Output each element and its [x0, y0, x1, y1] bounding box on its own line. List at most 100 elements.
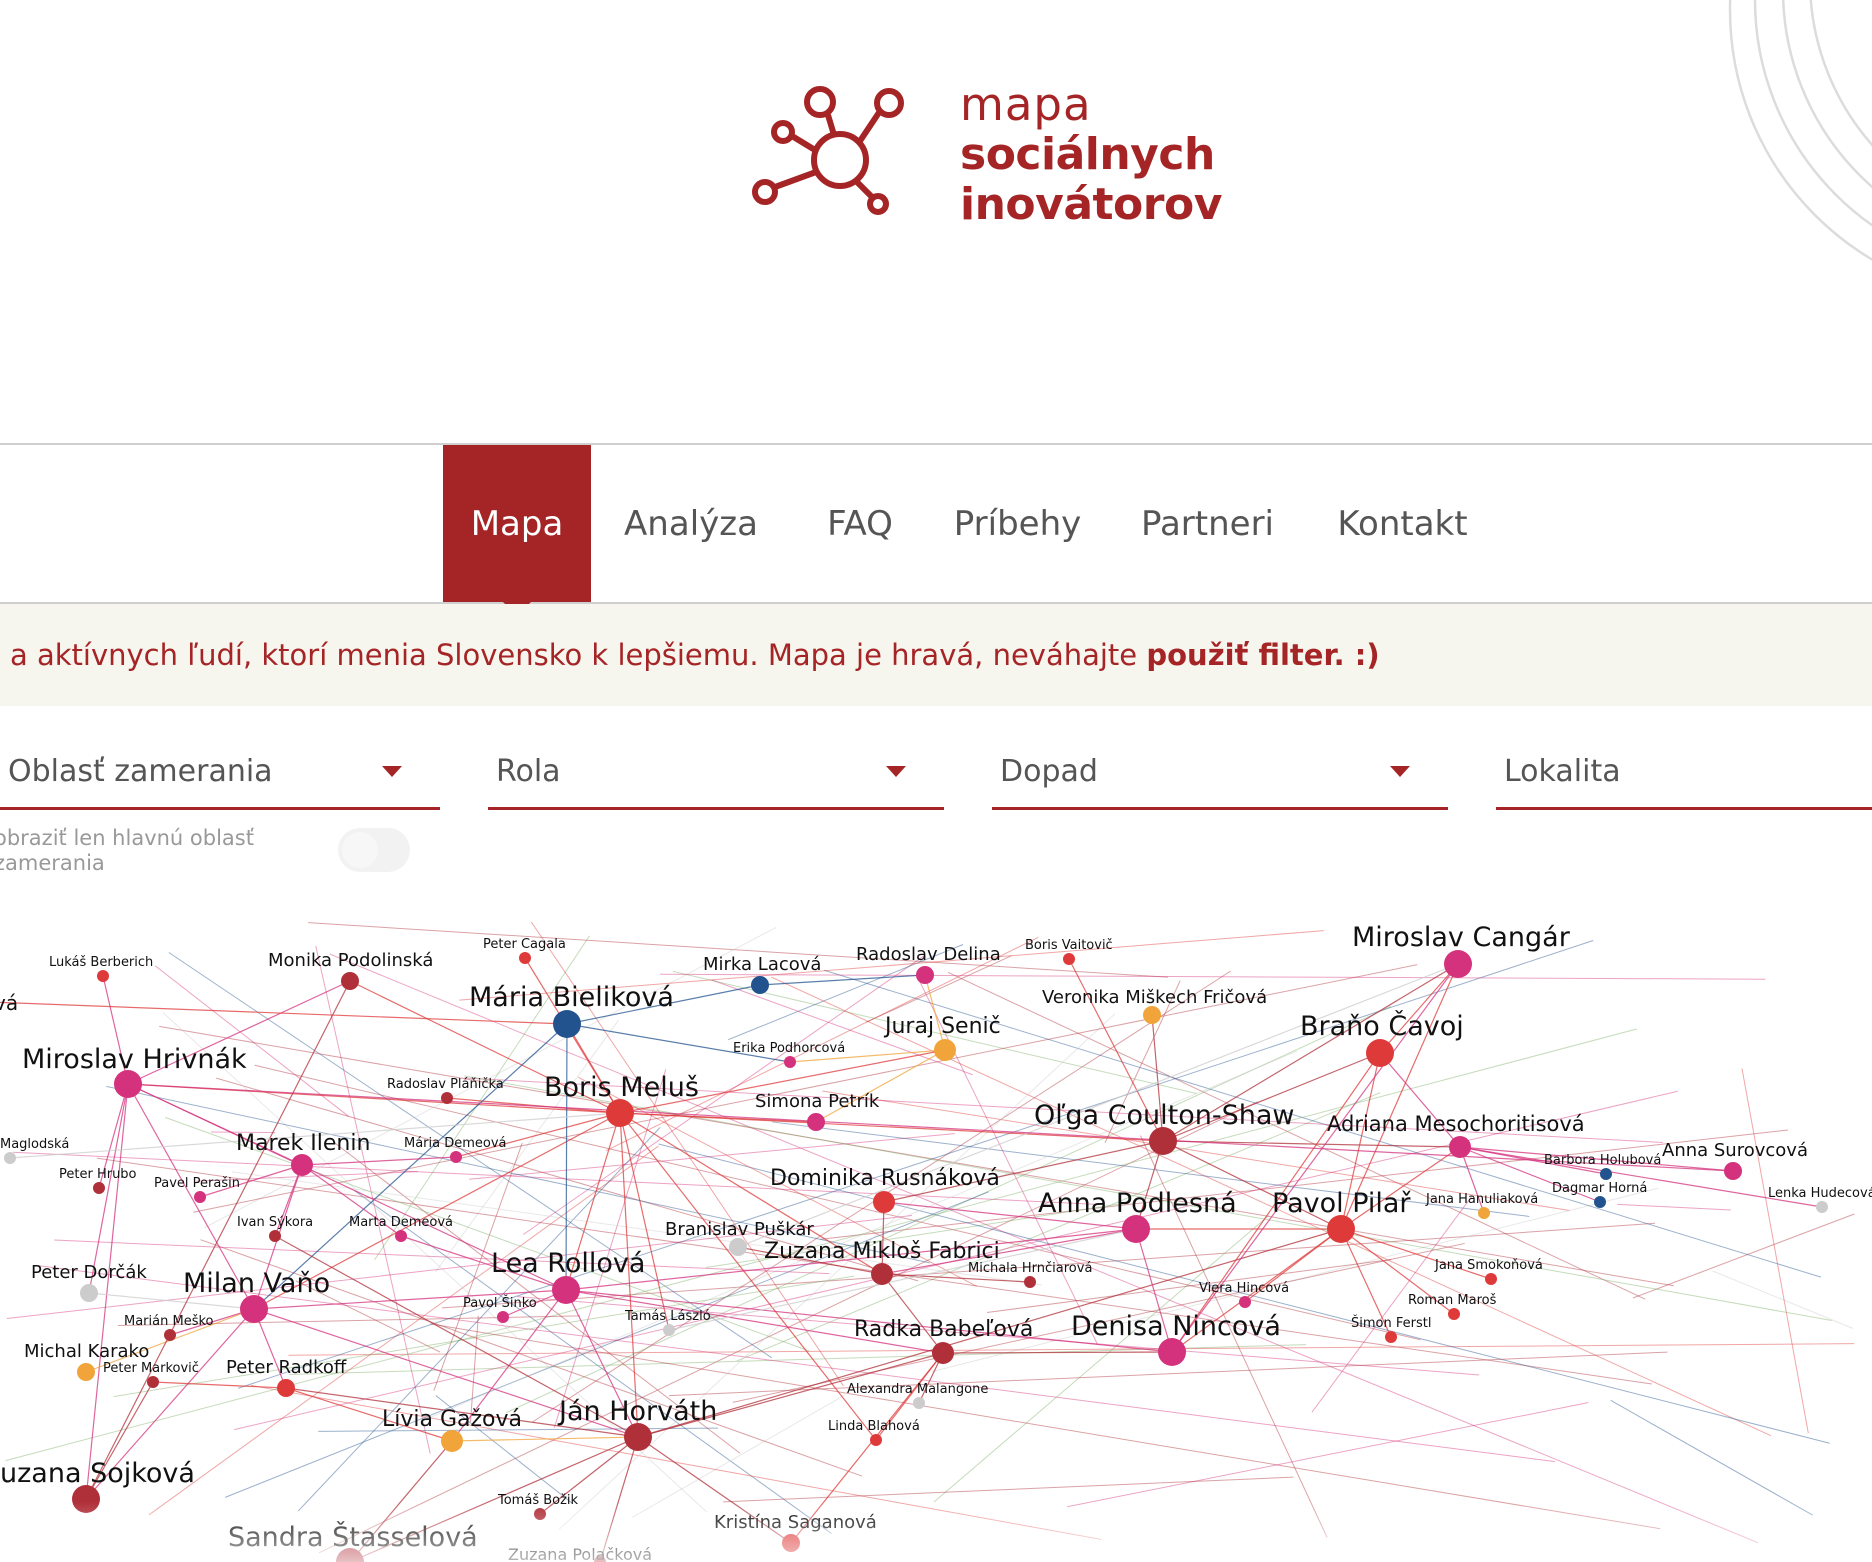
- graph-node-label[interactable]: Anna Surovcová: [1662, 1140, 1808, 1161]
- graph-node-label[interactable]: Mária Bieliková: [469, 982, 674, 1013]
- graph-node-label[interactable]: Mária Demeová: [404, 1136, 507, 1151]
- graph-node-jan-horvath[interactable]: [624, 1423, 652, 1451]
- graph-node-peter-radkoff[interactable]: [277, 1379, 295, 1397]
- graph-node-label[interactable]: Peter Radkoff: [226, 1357, 347, 1378]
- graph-node-label[interactable]: Simona Petrík: [755, 1091, 880, 1112]
- graph-node-radka-babelova[interactable]: [932, 1342, 954, 1364]
- graph-node-label[interactable]: Sandra Štasselová: [228, 1521, 478, 1553]
- graph-node-label[interactable]: Viera Hincová: [1199, 1281, 1289, 1296]
- graph-node-dagmar-horna[interactable]: [1594, 1196, 1606, 1208]
- graph-node-simon-ferstl[interactable]: [1385, 1331, 1397, 1343]
- network-graph-canvas[interactable]: Miroslav Cangár Mária Bieliková Miroslav H…: [0, 922, 1872, 1562]
- main-area-toggle[interactable]: [338, 828, 410, 872]
- graph-node-label[interactable]: Peter Markovič: [103, 1361, 199, 1376]
- graph-node-pavel-perasin[interactable]: [194, 1191, 206, 1203]
- graph-node-ivan-sykora[interactable]: [269, 1230, 281, 1242]
- graph-node-label[interactable]: Erika Podhorcová: [733, 1041, 845, 1056]
- nav-item-faq[interactable]: FAQ: [810, 445, 910, 602]
- graph-node-label[interactable]: Veronika Miškech Fričová: [1042, 987, 1267, 1008]
- filter-oblast-zamerania[interactable]: Oblasť zamerania: [0, 738, 440, 810]
- graph-node-peter-hrubo[interactable]: [93, 1182, 105, 1194]
- graph-node-marta-demeova[interactable]: [395, 1230, 407, 1242]
- graph-node-label[interactable]: Denisa Nincová: [1071, 1311, 1281, 1342]
- graph-node-label[interactable]: Lukáš Berberich: [49, 955, 153, 970]
- network-graph[interactable]: Miroslav Cangár Mária Bieliková Miroslav H…: [0, 922, 1872, 1562]
- graph-node-label[interactable]: Milan Vaňo: [183, 1268, 330, 1299]
- graph-node-michal-karako[interactable]: [77, 1363, 95, 1381]
- graph-node-uzana-sojkova[interactable]: [72, 1485, 100, 1513]
- graph-node-label[interactable]: Radka Babeľová: [854, 1317, 1033, 1342]
- nav-item-mapa[interactable]: Mapa: [443, 445, 591, 616]
- graph-node-anna-podlesna[interactable]: [1122, 1215, 1150, 1243]
- graph-node-label[interactable]: vá: [0, 991, 18, 1015]
- graph-node-label[interactable]: Linda Blahová: [828, 1419, 920, 1434]
- graph-node-label[interactable]: Miroslav Hrivnák: [22, 1044, 247, 1075]
- graph-node-label[interactable]: Michal Karako: [24, 1341, 149, 1362]
- graph-node-label[interactable]: Lívia Gažová: [382, 1407, 522, 1432]
- nav-item-analyza[interactable]: Analýza: [616, 445, 766, 602]
- graph-node-barbora-holubova[interactable]: [1600, 1168, 1612, 1180]
- graph-node-label[interactable]: Šimon Ferstl: [1351, 1315, 1431, 1331]
- graph-node-label[interactable]: Roman Maroš: [1408, 1293, 1497, 1308]
- graph-node-erika-podhorcova[interactable]: [784, 1056, 796, 1068]
- graph-node-livia-gazova[interactable]: [441, 1430, 463, 1452]
- graph-node-label[interactable]: Barbora Holubová: [1544, 1153, 1661, 1168]
- graph-node-branislav-puskar[interactable]: [729, 1238, 747, 1256]
- graph-node-label[interactable]: Marta Demeová: [349, 1215, 453, 1230]
- graph-node-label[interactable]: Pavol Pilař: [1272, 1188, 1411, 1219]
- graph-node-zuzana-miklos-fabrici[interactable]: [871, 1263, 893, 1285]
- graph-node-olga-coulton-shaw[interactable]: [1149, 1127, 1177, 1155]
- graph-node-mirka-lacova[interactable]: [751, 976, 769, 994]
- site-logo[interactable]: mapa sociálnych inovátorov: [748, 78, 1222, 238]
- graph-node-label[interactable]: Mirka Lacová: [703, 954, 821, 975]
- graph-node-label[interactable]: Miroslav Cangár: [1352, 922, 1571, 953]
- graph-node-label[interactable]: Boris Meluš: [544, 1072, 699, 1103]
- graph-node-label[interactable]: Branislav Puškár: [665, 1219, 814, 1240]
- nav-item-kontakt[interactable]: Kontakt: [1330, 445, 1475, 602]
- graph-node-label[interactable]: Tomáš Božik: [497, 1493, 579, 1508]
- graph-node-radoslav-delina[interactable]: [916, 966, 934, 984]
- graph-node-monika-podolinska[interactable]: [341, 972, 359, 990]
- graph-node-label[interactable]: Marián Meško: [124, 1314, 214, 1329]
- graph-node-dominika-rusnakova[interactable]: [873, 1191, 895, 1213]
- graph-node-kristina-saganova[interactable]: [782, 1534, 800, 1552]
- graph-node-roman-maros[interactable]: [1448, 1308, 1460, 1320]
- graph-node-label[interactable]: Ivan Sýkora: [237, 1215, 313, 1230]
- graph-node-lenka-hudecova[interactable]: [1816, 1201, 1828, 1213]
- graph-node-label[interactable]: Peter Cagala: [483, 937, 566, 952]
- graph-node-denisa-nincova[interactable]: [1158, 1338, 1186, 1366]
- filter-rola[interactable]: Rola: [488, 738, 944, 810]
- graph-node-label[interactable]: Braňo Čavoj: [1300, 1010, 1464, 1042]
- graph-node-radoslav-planicka[interactable]: [441, 1092, 453, 1104]
- graph-node-pavol-pilar[interactable]: [1327, 1215, 1355, 1243]
- graph-node-brano-cavoj[interactable]: [1366, 1039, 1394, 1067]
- graph-node-tamas-laszlo[interactable]: [663, 1324, 675, 1336]
- graph-node-peter-markovic[interactable]: [147, 1376, 159, 1388]
- graph-node-label[interactable]: Tamás László: [624, 1309, 711, 1324]
- graph-node-label[interactable]: Alexandra Malangone: [847, 1382, 988, 1397]
- graph-node-linda-blahova[interactable]: [870, 1434, 882, 1446]
- graph-node-label[interactable]: uzana Sojková: [0, 1458, 195, 1489]
- nav-item-pribehy[interactable]: Príbehy: [950, 445, 1085, 602]
- graph-node-peter-cagala[interactable]: [519, 952, 531, 964]
- nav-item-partneri[interactable]: Partneri: [1135, 445, 1280, 602]
- graph-node-lea-rollova[interactable]: [552, 1276, 580, 1304]
- graph-node-milan-vano[interactable]: [240, 1295, 268, 1323]
- graph-node-adriana-mesochoritisova[interactable]: [1449, 1136, 1471, 1158]
- graph-node-marian-mesko[interactable]: [164, 1329, 176, 1341]
- use-filter-link[interactable]: použiť filter. :): [1146, 638, 1379, 672]
- graph-node-label[interactable]: Lea Rollová: [491, 1248, 645, 1279]
- graph-node-anna-surovcova[interactable]: [1724, 1162, 1742, 1180]
- graph-node-pavol-sinko[interactable]: [497, 1311, 509, 1323]
- graph-node-viera-hincova[interactable]: [1239, 1296, 1251, 1308]
- graph-node-label[interactable]: Pavel Perašin: [154, 1176, 240, 1191]
- graph-node-simona-petrik[interactable]: [807, 1113, 825, 1131]
- graph-node-label[interactable]: Michala Hrnčiarová: [968, 1261, 1092, 1276]
- graph-node-label[interactable]: Anna Podlesná: [1038, 1188, 1237, 1219]
- graph-node-label[interactable]: Lenka Hudecová: [1768, 1186, 1872, 1201]
- filter-lokalita[interactable]: Lokalita: [1496, 738, 1872, 810]
- graph-node-juraj-senic[interactable]: [934, 1039, 956, 1061]
- graph-node-label[interactable]: Dagmar Horná: [1552, 1181, 1647, 1196]
- graph-node-miroslav-cangar[interactable]: [1444, 950, 1472, 978]
- graph-node-label[interactable]: Radoslav Pláňička: [387, 1077, 504, 1092]
